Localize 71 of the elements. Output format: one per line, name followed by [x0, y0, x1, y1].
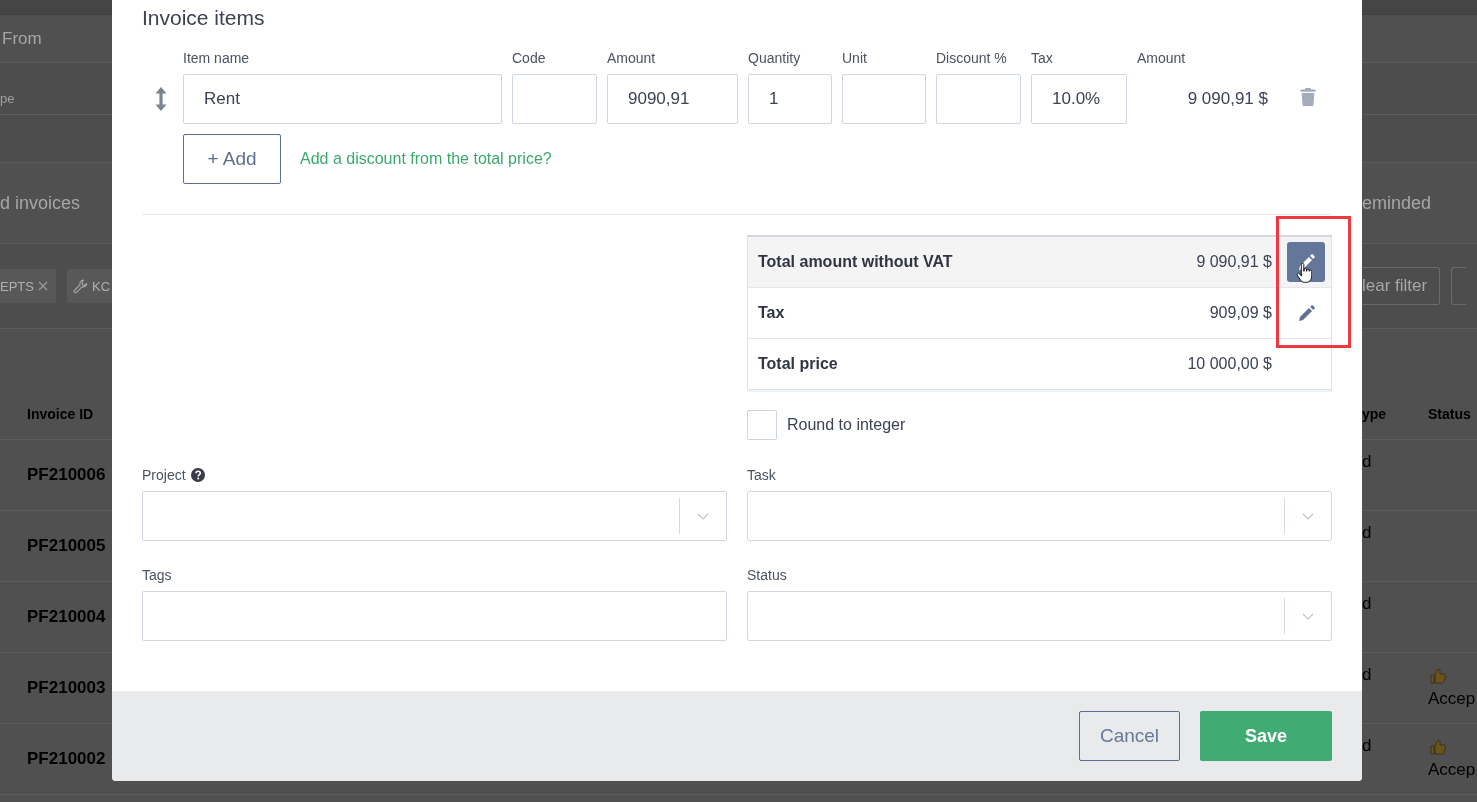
column-header[interactable]: ype	[1362, 406, 1428, 422]
select-field[interactable]	[747, 591, 1332, 641]
column-header[interactable]: Status	[1428, 406, 1477, 422]
column-header[interactable]: Invoice ID	[0, 406, 94, 422]
status-label: Accep	[1428, 689, 1476, 709]
filter-chip[interactable]: EPTS	[0, 269, 56, 303]
table-cell-text: PF210005	[26, 536, 106, 556]
line-total: 9 090,91 $	[1187, 89, 1268, 109]
text-input[interactable]: 9090,91	[607, 74, 738, 124]
filter-chip[interactable]: KC	[66, 269, 112, 303]
column-label: Quantity	[748, 49, 802, 67]
totals-value: 909,09 $	[1209, 304, 1272, 322]
text-input[interactable]: 1	[748, 74, 832, 124]
column-label: Code	[512, 49, 547, 67]
table-cell-text: d	[1362, 736, 1373, 756]
chevron-down-icon[interactable]	[1302, 512, 1314, 520]
trash-icon[interactable]	[1300, 88, 1316, 106]
totals-label: Total price	[758, 355, 839, 373]
table-cell-text: d	[1362, 523, 1373, 543]
totals-value: 9 090,91 $	[1196, 253, 1272, 271]
close-icon[interactable]	[37, 281, 48, 291]
filter-tab[interactable]: d invoices	[0, 192, 81, 214]
select-field[interactable]	[142, 491, 727, 541]
select-field[interactable]	[747, 491, 1332, 541]
column-label: Tax	[1031, 49, 1054, 67]
filter-label: From	[1, 28, 42, 49]
table-cell-text: PF210006	[26, 465, 106, 485]
column-label: Discount %	[936, 49, 1008, 67]
field-label: Project	[142, 467, 186, 483]
thumbs-up-icon	[1430, 739, 1446, 755]
text-input[interactable]: Rent	[183, 74, 502, 124]
thumbs-up-icon	[1430, 668, 1446, 684]
checkbox-label: Round to integer	[787, 416, 906, 434]
status-label: Accep	[1428, 760, 1476, 780]
chevron-down-icon[interactable]	[697, 512, 709, 520]
table-cell-text: d	[1362, 452, 1373, 472]
pencil-icon	[1297, 304, 1315, 322]
cancel-button[interactable]: Cancel	[1079, 711, 1180, 761]
column-label: Amount	[607, 49, 657, 67]
save-button[interactable]: Save	[1200, 711, 1332, 761]
drag-handle-icon[interactable]	[155, 87, 167, 111]
column-label: Amount	[1137, 49, 1187, 67]
table-cell-text: PF210004	[26, 607, 106, 627]
text-input[interactable]	[842, 74, 926, 124]
field-label: Task	[747, 467, 776, 483]
help-icon[interactable]	[190, 468, 205, 482]
column-label: Unit	[842, 49, 868, 67]
column-label: Item name	[183, 49, 251, 67]
table-cell-text: PF210002	[26, 749, 106, 769]
field-label: Status	[747, 567, 787, 583]
toolbar-button[interactable]	[1451, 267, 1467, 305]
filter-label: pe	[0, 91, 15, 106]
totals-label: Total amount without VAT	[758, 253, 954, 271]
wrench-icon	[72, 278, 88, 294]
table-cell-text: d	[1362, 594, 1373, 614]
text-input[interactable]	[142, 591, 727, 641]
table-cell-text: d	[1362, 665, 1373, 685]
checkbox[interactable]	[747, 410, 777, 440]
text-input[interactable]	[512, 74, 597, 124]
text-input[interactable]: 10.0%	[1031, 74, 1127, 124]
discount-link[interactable]: Add a discount from the total price?	[300, 150, 552, 168]
field-label: Tags	[142, 567, 172, 583]
table-cell-text: PF210003	[26, 678, 106, 698]
chevron-down-icon[interactable]	[1302, 612, 1314, 620]
section-title: Invoice items	[142, 6, 266, 30]
add-button[interactable]: + Add	[183, 134, 281, 184]
hand-cursor-icon	[1296, 262, 1312, 284]
text-input[interactable]	[936, 74, 1021, 124]
totals-value: 10 000,00 $	[1187, 355, 1272, 373]
totals-label: Tax	[758, 304, 786, 322]
filter-tab[interactable]: eminded	[1362, 192, 1432, 214]
